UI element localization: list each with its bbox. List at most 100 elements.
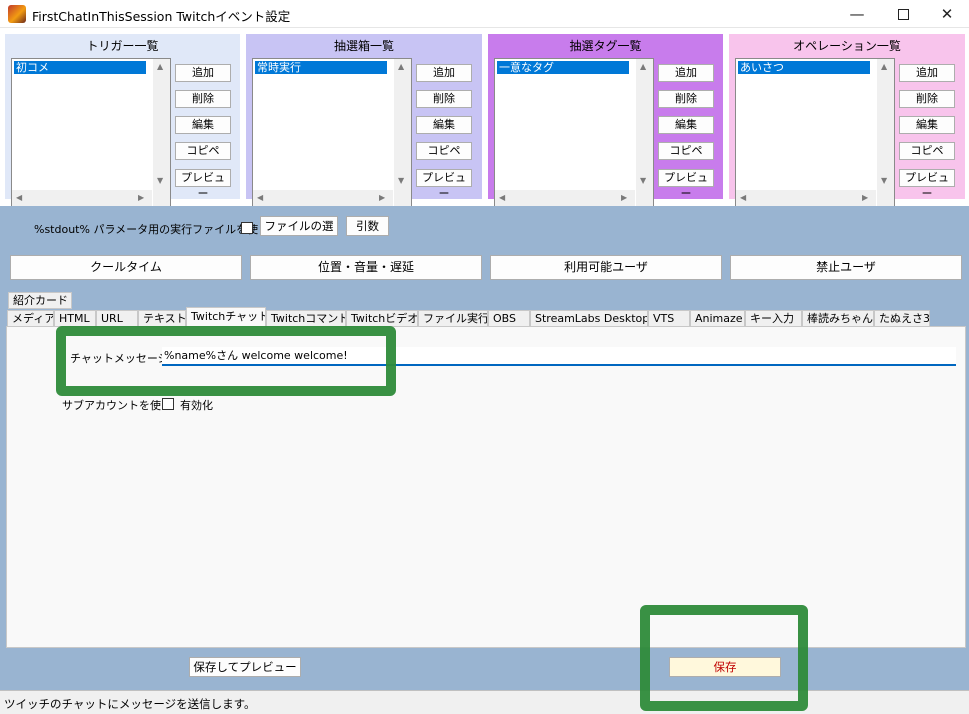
trigger-panel-title: トリガー一覧 [86, 39, 159, 53]
tab-intro-card[interactable]: 紹介カード [8, 292, 72, 309]
horizontal-scrollbar[interactable]: ◀ ▶ [495, 190, 635, 207]
preview-button[interactable]: プレビュー [175, 169, 231, 200]
subaccount-label: サブアカウントを使う [62, 399, 172, 412]
scroll-up-icon[interactable]: ▲ [640, 63, 646, 71]
lottery-box-panel-title: 抽選箱一覧 [333, 39, 394, 53]
tab-obs[interactable]: OBS [488, 310, 530, 327]
delete-button[interactable]: 削除 [899, 90, 955, 108]
edit-button[interactable]: 編集 [416, 116, 472, 134]
select-file-button[interactable]: ファイルの選 [260, 216, 338, 236]
args-button[interactable]: 引数 [346, 216, 389, 236]
scroll-corner [153, 190, 170, 207]
scroll-corner [877, 190, 894, 207]
edit-button[interactable]: 編集 [899, 116, 955, 134]
banned-users-button[interactable]: 禁止ユーザ [730, 255, 962, 280]
vertical-scrollbar[interactable]: ▲ ▼ [394, 59, 411, 191]
tab-twitch-chat[interactable]: Twitchチャット [186, 307, 266, 328]
scroll-right-icon[interactable]: ▶ [379, 194, 385, 202]
scroll-left-icon[interactable]: ◀ [257, 194, 263, 202]
operation-listbox[interactable]: あいさつ ▲ ▼ ◀ ▶ [735, 58, 895, 208]
cooltime-button[interactable]: クールタイム [10, 255, 242, 280]
delete-button[interactable]: 削除 [175, 90, 231, 108]
horizontal-scrollbar[interactable]: ◀ ▶ [12, 190, 152, 207]
tab-media[interactable]: メディア [7, 310, 54, 327]
edit-button[interactable]: 編集 [175, 116, 231, 134]
copy-paste-button[interactable]: コピペ [416, 142, 472, 160]
add-button[interactable]: 追加 [175, 64, 231, 82]
lottery-tag-listbox[interactable]: 一意なタグ ▲ ▼ ◀ ▶ [494, 58, 654, 208]
list-item[interactable]: 初コメ [14, 61, 146, 74]
scroll-left-icon[interactable]: ◀ [499, 194, 505, 202]
copy-paste-button[interactable]: コピペ [175, 142, 231, 160]
lottery-box-panel: 抽選箱一覧 常時実行 ▲ ▼ ◀ ▶ 追加 削除 編集 コピペ プレビュー [246, 34, 482, 208]
scroll-left-icon[interactable]: ◀ [16, 194, 22, 202]
tab-streamlabs-desktop[interactable]: StreamLabs Desktop [530, 310, 648, 327]
lottery-tag-panel: 抽選タグ一覧 一意なタグ ▲ ▼ ◀ ▶ 追加 削除 編集 コピペ プレビュー [488, 34, 723, 208]
delete-button[interactable]: 削除 [416, 90, 472, 108]
stdout-checkbox[interactable] [241, 222, 253, 234]
scroll-down-icon[interactable]: ▼ [157, 177, 163, 185]
preview-button[interactable]: プレビュー [899, 169, 955, 200]
tab-tanuesa3[interactable]: たぬえさ3 [874, 310, 930, 327]
stdout-label: %stdout% パラメータ用の実行ファイルを使う [34, 223, 270, 236]
tab-text[interactable]: テキスト [138, 310, 186, 327]
horizontal-scrollbar[interactable]: ◀ ▶ [253, 190, 393, 207]
tab-url[interactable]: URL [96, 310, 138, 327]
minimize-icon: — [849, 5, 865, 23]
delete-button[interactable]: 削除 [658, 90, 714, 108]
tab-html[interactable]: HTML [54, 310, 96, 327]
scroll-up-icon[interactable]: ▲ [881, 63, 887, 71]
operation-panel: オペレーション一覧 あいさつ ▲ ▼ ◀ ▶ 追加 削除 編集 コピペ プレビュー [729, 34, 965, 208]
list-item[interactable]: あいさつ [738, 61, 870, 74]
settings-area: %stdout% パラメータ用の実行ファイルを使う ファイルの選 引数 クールタ… [0, 206, 969, 690]
minimize-button[interactable]: — [834, 0, 880, 28]
lottery-box-listbox[interactable]: 常時実行 ▲ ▼ ◀ ▶ [252, 58, 412, 208]
maximize-button[interactable] [880, 0, 926, 28]
scroll-right-icon[interactable]: ▶ [621, 194, 627, 202]
tab-file-exec[interactable]: ファイル実行 [418, 310, 488, 327]
preview-button[interactable]: プレビュー [416, 169, 472, 200]
copy-paste-button[interactable]: コピペ [899, 142, 955, 160]
scroll-up-icon[interactable]: ▲ [157, 63, 163, 71]
vertical-scrollbar[interactable]: ▲ ▼ [877, 59, 894, 191]
close-icon: ✕ [940, 5, 954, 23]
lottery-tag-panel-title: 抽選タグ一覧 [569, 39, 642, 53]
list-item[interactable]: 常時実行 [255, 61, 387, 74]
scroll-right-icon[interactable]: ▶ [862, 194, 868, 202]
add-button[interactable]: 追加 [658, 64, 714, 82]
subaccount-checkbox[interactable] [162, 398, 174, 410]
subaccount-checkbox-label[interactable]: 有効化 [180, 397, 213, 413]
scroll-corner [636, 190, 653, 207]
vertical-scrollbar[interactable]: ▲ ▼ [153, 59, 170, 191]
scroll-down-icon[interactable]: ▼ [398, 177, 404, 185]
tab-twitch-command[interactable]: Twitchコマンド [266, 310, 346, 327]
scroll-corner [394, 190, 411, 207]
title-bar: FirstChatInThisSession Twitchイベント設定 — ✕ [0, 0, 969, 28]
scroll-left-icon[interactable]: ◀ [740, 194, 746, 202]
tab-twitch-video[interactable]: Twitchビデオ [346, 310, 418, 327]
window-title: FirstChatInThisSession Twitchイベント設定 [32, 9, 291, 24]
tab-key-input[interactable]: キー入力 [745, 310, 802, 327]
position-volume-delay-button[interactable]: 位置・音量・遅延 [250, 255, 482, 280]
allowed-users-button[interactable]: 利用可能ユーザ [490, 255, 722, 280]
trigger-listbox[interactable]: 初コメ ▲ ▼ ◀ ▶ [11, 58, 171, 208]
add-button[interactable]: 追加 [416, 64, 472, 82]
horizontal-scrollbar[interactable]: ◀ ▶ [736, 190, 876, 207]
scroll-right-icon[interactable]: ▶ [138, 194, 144, 202]
scroll-down-icon[interactable]: ▼ [640, 177, 646, 185]
highlight-marker [640, 605, 808, 711]
add-button[interactable]: 追加 [899, 64, 955, 82]
tab-vts[interactable]: VTS [648, 310, 690, 327]
scroll-up-icon[interactable]: ▲ [398, 63, 404, 71]
tab-animaze[interactable]: Animaze [690, 310, 745, 327]
close-button[interactable]: ✕ [924, 0, 969, 28]
edit-button[interactable]: 編集 [658, 116, 714, 134]
preview-button[interactable]: プレビュー [658, 169, 714, 200]
status-text: ツイッチのチャットにメッセージを送信します。 [4, 697, 256, 711]
scroll-down-icon[interactable]: ▼ [881, 177, 887, 185]
list-item[interactable]: 一意なタグ [497, 61, 629, 74]
tab-bouyomi-chan[interactable]: 棒読みちゃん [802, 310, 874, 327]
save-and-preview-button[interactable]: 保存してプレビュー [189, 657, 301, 677]
vertical-scrollbar[interactable]: ▲ ▼ [636, 59, 653, 191]
copy-paste-button[interactable]: コピペ [658, 142, 714, 160]
